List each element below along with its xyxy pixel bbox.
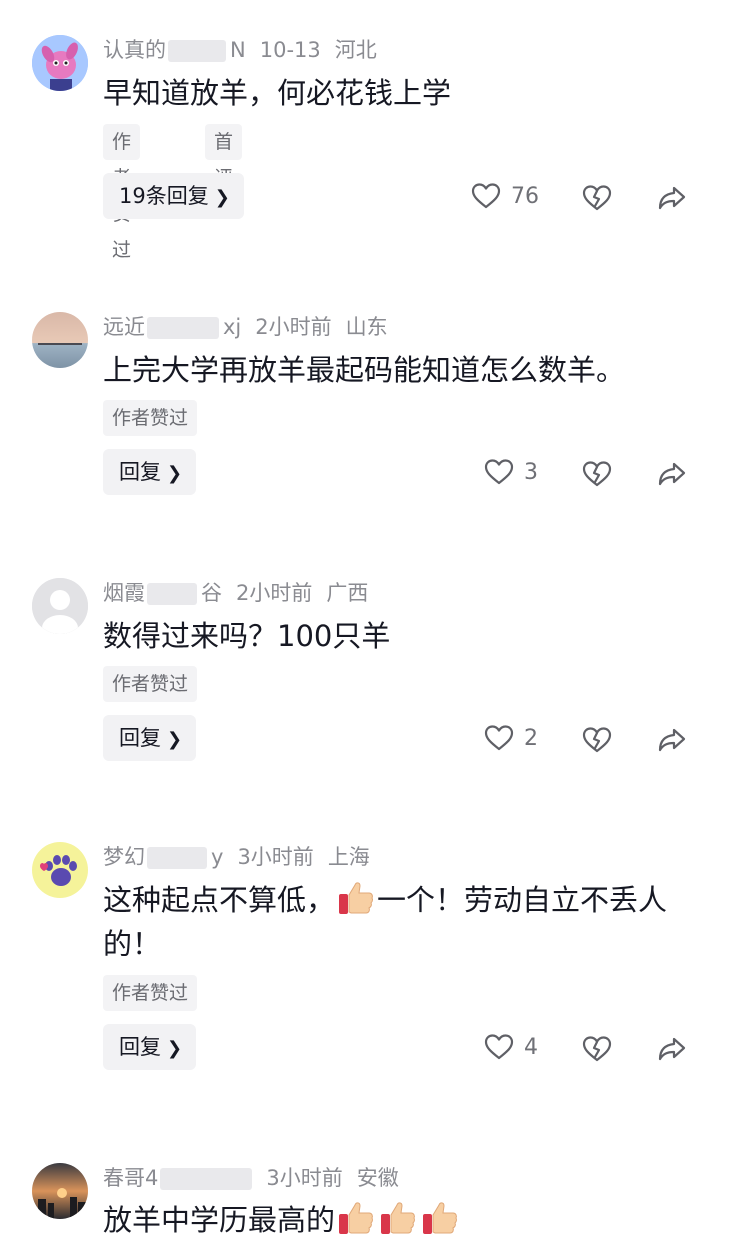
author-liked-tag: 作者赞过 — [103, 400, 198, 436]
like-count: 2 — [524, 725, 538, 751]
broken-heart-icon[interactable] — [582, 1035, 612, 1063]
comment-location: 山东 — [345, 315, 388, 339]
heart-outline-icon — [484, 458, 514, 486]
share-arrow-icon[interactable] — [657, 460, 687, 488]
like-count: 76 — [511, 183, 539, 209]
comment-text: 早知道放羊，何必花钱上学 — [103, 76, 452, 110]
like-button[interactable]: 3 — [484, 458, 538, 486]
username[interactable]: 认真的 — [103, 38, 166, 62]
username-tail: xj — [223, 315, 242, 339]
comment-text: 这种起点不算低， 一个！劳动自立不丢人的！ — [103, 878, 713, 966]
username-tail: y — [211, 845, 224, 869]
broken-heart-icon[interactable] — [582, 184, 612, 212]
action-bar: 4 — [0, 1029, 749, 1069]
blurred-name — [147, 583, 197, 605]
user-avatar[interactable] — [32, 312, 88, 368]
share-arrow-icon[interactable] — [657, 184, 687, 212]
like-count: 4 — [524, 1034, 538, 1060]
comment-time: 2小时前 — [236, 581, 313, 605]
comment-text: 放羊中学历最高的 — [103, 1198, 713, 1242]
comment-location: 上海 — [327, 845, 370, 869]
comment-meta: 认真的 N 10-13 河北 — [103, 36, 391, 64]
like-button[interactable]: 2 — [484, 724, 538, 752]
blurred-name — [160, 1168, 253, 1190]
cartoon-character-icon — [32, 35, 88, 91]
city-sunset-icon — [32, 1163, 88, 1219]
heart-outline-icon — [471, 182, 501, 210]
share-arrow-icon[interactable] — [657, 726, 687, 754]
paw-print-icon — [32, 842, 88, 898]
comment-location: 河北 — [334, 38, 377, 62]
comment-time: 10-13 — [259, 38, 321, 62]
username[interactable]: 远近 — [103, 315, 145, 339]
username[interactable]: 春哥4 — [103, 1166, 158, 1190]
like-count: 3 — [524, 459, 538, 485]
comment-text: 上完大学再放羊最起码能知道怎么数羊。 — [103, 353, 626, 387]
comment-time: 3小时前 — [266, 1166, 343, 1190]
user-avatar[interactable] — [32, 578, 88, 634]
comment-location: 广西 — [326, 581, 369, 605]
comment-text-part: 这种起点不算低， — [103, 883, 336, 917]
like-button[interactable]: 76 — [471, 182, 539, 210]
user-avatar[interactable] — [32, 35, 88, 91]
blurred-name — [147, 317, 219, 339]
thumbs-up-emoji-icon — [378, 1198, 418, 1238]
default-user-icon — [32, 578, 88, 634]
comment-meta: 远近 xj 2小时前 山东 — [103, 313, 402, 341]
user-avatar[interactable] — [32, 1163, 88, 1219]
username-tail: 谷 — [201, 581, 222, 605]
username-tail: N — [230, 38, 246, 62]
thumbs-up-emoji-icon — [336, 878, 376, 918]
thumbs-up-emoji-icon — [336, 1198, 376, 1238]
heart-outline-icon — [484, 724, 514, 752]
comment-text-part: 放羊中学历最高的 — [103, 1203, 336, 1237]
comment-meta: 春哥4 3小时前 安徽 — [103, 1164, 413, 1192]
action-bar: 2 — [0, 720, 749, 760]
username[interactable]: 梦幻 — [103, 845, 145, 869]
comment-meta: 烟霞 谷 2小时前 广西 — [103, 579, 382, 607]
blurred-name — [147, 847, 207, 869]
comment-location: 安徽 — [356, 1166, 399, 1190]
user-avatar[interactable] — [32, 842, 88, 898]
comment-time: 3小时前 — [237, 845, 314, 869]
share-arrow-icon[interactable] — [657, 1035, 687, 1063]
action-bar: 3 — [0, 454, 749, 494]
sunset-lake-icon — [32, 312, 88, 368]
action-bar: 76 — [0, 178, 749, 218]
author-liked-tag: 作者赞过 — [103, 975, 198, 1011]
author-liked-tag: 作者赞过 — [103, 124, 141, 261]
comment-time: 2小时前 — [255, 315, 332, 339]
thumbs-up-emoji-icon — [420, 1198, 460, 1238]
comment-text: 数得过来吗？100只羊 — [103, 619, 391, 653]
username[interactable]: 烟霞 — [103, 581, 145, 605]
like-button[interactable]: 4 — [484, 1033, 538, 1061]
heart-outline-icon — [484, 1033, 514, 1061]
broken-heart-icon[interactable] — [582, 726, 612, 754]
author-liked-tag: 作者赞过 — [103, 666, 198, 702]
first-comment-tag: 首评 — [205, 124, 243, 189]
broken-heart-icon[interactable] — [582, 460, 612, 488]
blurred-name — [168, 40, 226, 62]
comment-meta: 梦幻 y 3小时前 上海 — [103, 843, 384, 871]
